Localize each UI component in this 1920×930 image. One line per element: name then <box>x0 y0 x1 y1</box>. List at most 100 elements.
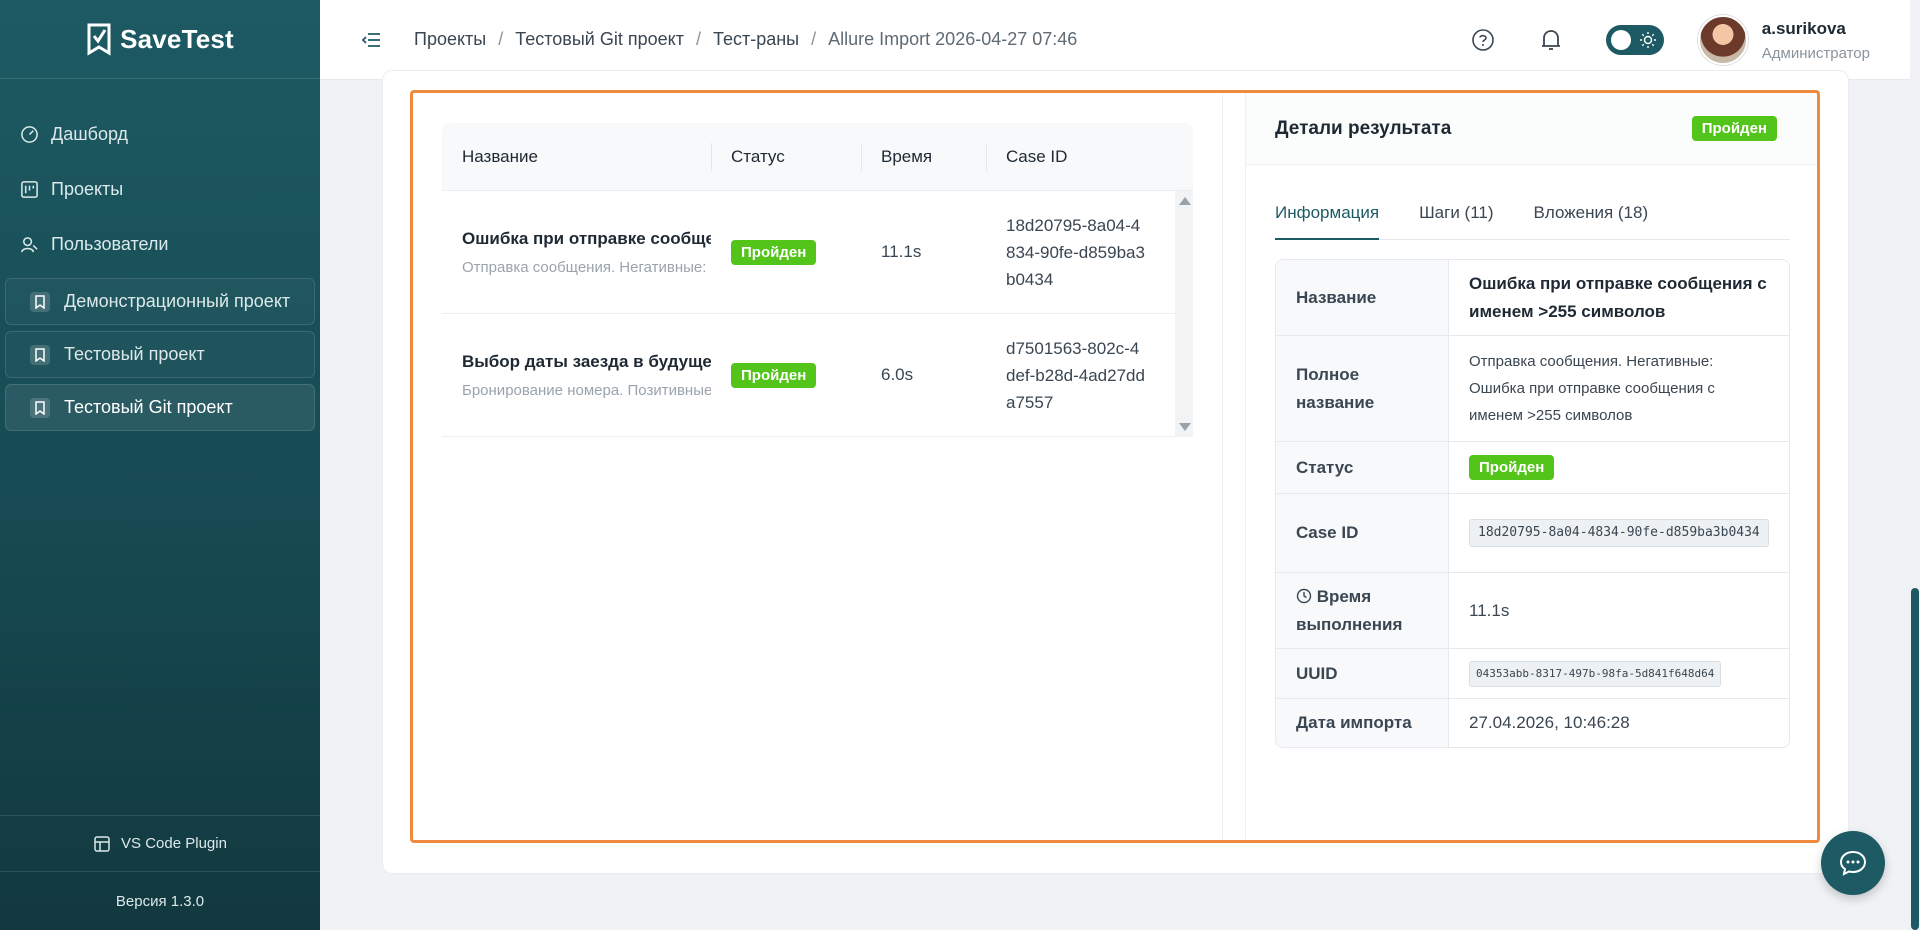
project-label: Тестовый Git проект <box>64 397 233 417</box>
tab-attachments[interactable]: Вложения (18) <box>1534 203 1649 240</box>
notifications-button[interactable] <box>1538 27 1564 53</box>
info-row-caseid: Case ID 18d20795-8a04-4834-90fe-d859ba3b… <box>1276 494 1789 573</box>
breadcrumb-separator: / <box>498 29 504 49</box>
nav-item-projects[interactable]: Проекты <box>0 162 320 217</box>
plugin-icon <box>94 835 110 852</box>
project-icon <box>30 291 50 312</box>
cell-name: Выбор даты заезда в будущем Бронирование… <box>442 314 711 436</box>
details-title: Детали результата <box>1275 117 1452 139</box>
project-icon <box>30 344 50 365</box>
scroll-down-arrow-icon[interactable] <box>1179 423 1191 431</box>
avatar[interactable] <box>1697 15 1748 65</box>
main-nav: Дашборд Проекты Пользователи Демонстраци… <box>0 79 320 431</box>
column-header-name[interactable]: Название <box>442 123 711 190</box>
info-row-fullname: Полное название Отправка сообщения. Нега… <box>1276 336 1789 442</box>
help-icon <box>1471 29 1494 51</box>
user-info[interactable]: a.surikova Администратор <box>1762 19 1870 62</box>
theme-toggle[interactable] <box>1605 25 1664 55</box>
menu-toggle-button[interactable] <box>360 28 384 52</box>
cell-status: Пройден <box>711 191 861 313</box>
row-subtitle: Отправка сообщения. Негативные: Ошибка п… <box>462 258 711 276</box>
cell-caseid: 18d20795-8a04-4834-90fe-d859ba3b0434 <box>986 191 1193 313</box>
column-header-caseid[interactable]: Case ID <box>986 123 1193 190</box>
info-row-name: Название Ошибка при отправке сообщения с… <box>1276 260 1789 336</box>
breadcrumb-testruns[interactable]: Тест-раны <box>713 29 799 50</box>
scrollbar-thumb[interactable] <box>1911 588 1919 930</box>
sidebar-project-git[interactable]: Тестовый Git проект <box>5 384 315 431</box>
caseid-code[interactable]: 18d20795-8a04-4834-90fe-d859ba3b0434 <box>1469 519 1769 547</box>
sidebar-project-demo[interactable]: Демонстрационный проект <box>5 278 315 325</box>
project-label: Демонстрационный проект <box>64 291 291 311</box>
nav-item-dashboard[interactable]: Дашборд <box>0 107 320 162</box>
row-title: Выбор даты заезда в будущем <box>462 351 711 371</box>
sun-icon <box>1639 32 1656 48</box>
vscode-plugin-link[interactable]: VS Code Plugin <box>0 816 320 872</box>
info-value: 18d20795-8a04-4834-90fe-d859ba3b0434 <box>1449 494 1789 572</box>
header-actions: a.surikova Администратор <box>1470 0 1870 80</box>
results-table: Название Статус Время Case ID Ошибка при… <box>442 123 1193 437</box>
table-row[interactable]: Ошибка при отправке сообщения с именем >… <box>442 191 1193 314</box>
nav-label-dashboard: Дашборд <box>51 124 129 144</box>
status-badge: Пройден <box>731 239 817 265</box>
info-label: Case ID <box>1276 494 1449 572</box>
info-row-status: Статус Пройден <box>1276 442 1789 494</box>
dashboard-icon <box>21 126 38 143</box>
uuid-code[interactable]: 04353abb-8317-497b-98fa-5d841f648d64 <box>1469 660 1722 687</box>
project-icon <box>30 397 50 418</box>
cell-caseid: d7501563-802c-4def-b28d-4ad27dda7557 <box>986 314 1193 436</box>
info-label: UUID <box>1276 649 1449 698</box>
table-row[interactable]: Выбор даты заезда в будущем Бронирование… <box>442 314 1193 437</box>
chat-button[interactable] <box>1821 831 1885 895</box>
plugin-label: VS Code Plugin <box>121 835 227 852</box>
result-details-panel: Детали результата Пройден Информация Шаг… <box>1245 93 1817 840</box>
row-time: 11.1s <box>881 242 922 261</box>
cell-status: Пройден <box>711 314 861 436</box>
page-scrollbar[interactable] <box>1910 80 1920 930</box>
info-value: 27.04.2026, 10:46:28 <box>1469 713 1630 732</box>
info-row-uuid: UUID 04353abb-8317-497b-98fa-5d841f648d6… <box>1276 649 1789 699</box>
info-label: Полное название <box>1276 336 1449 441</box>
help-button[interactable] <box>1470 27 1496 53</box>
row-title: Ошибка при отправке сообщения с именем >… <box>462 228 711 248</box>
time-label-text: Время выполнения <box>1296 586 1403 634</box>
breadcrumb-separator: / <box>695 29 701 49</box>
toggle-knob <box>1610 30 1631 50</box>
tab-info[interactable]: Информация <box>1275 203 1380 240</box>
details-header: Детали результата Пройден <box>1246 93 1817 165</box>
app-name: SaveTest <box>120 23 234 54</box>
column-header-status[interactable]: Статус <box>711 123 861 190</box>
table-scrollbar[interactable] <box>1175 191 1193 437</box>
status-badge: Пройден <box>1691 116 1777 141</box>
app-logo[interactable]: SaveTest <box>0 0 320 79</box>
status-badge: Пройден <box>1469 455 1555 480</box>
nav-item-users[interactable]: Пользователи <box>0 217 320 272</box>
projects-icon <box>21 181 38 198</box>
cell-time: 6.0s <box>861 314 986 436</box>
scroll-up-arrow-icon[interactable] <box>1179 197 1191 205</box>
info-label: Статус <box>1276 442 1449 493</box>
savetest-logo-icon <box>87 23 111 56</box>
row-subtitle: Бронирование номера. Позитивные <box>462 381 711 399</box>
info-label: Название <box>1276 260 1449 335</box>
users-icon <box>21 237 38 253</box>
table-body: Ошибка при отправке сообщения с именем >… <box>442 191 1193 437</box>
info-label: Дата импорта <box>1276 699 1449 747</box>
chat-icon <box>1839 850 1867 876</box>
cell-name: Ошибка при отправке сообщения с именем >… <box>442 191 711 313</box>
breadcrumb-project[interactable]: Тестовый Git проект <box>515 29 684 50</box>
user-role: Администратор <box>1761 44 1870 62</box>
sidebar-project-test[interactable]: Тестовый проект <box>5 331 315 378</box>
project-label: Тестовый проект <box>64 344 205 364</box>
breadcrumb-separator: / <box>811 29 817 49</box>
nav-label-projects: Проекты <box>51 179 124 199</box>
info-value: Ошибка при отправке сообщения с именем >… <box>1469 273 1767 321</box>
info-value: 11.1s <box>1469 600 1510 620</box>
info-row-import-date: Дата импорта 27.04.2026, 10:46:28 <box>1276 699 1789 747</box>
info-value: 04353abb-8317-497b-98fa-5d841f648d64 <box>1449 649 1789 698</box>
tab-steps[interactable]: Шаги (11) <box>1419 203 1493 240</box>
breadcrumb-projects[interactable]: Проекты <box>414 29 486 50</box>
clock-icon <box>1296 588 1312 603</box>
breadcrumb-current: Allure Import 2026-04-27 07:46 <box>828 29 1078 49</box>
column-header-time[interactable]: Время <box>861 123 986 190</box>
nav-label-users: Пользователи <box>51 234 169 254</box>
